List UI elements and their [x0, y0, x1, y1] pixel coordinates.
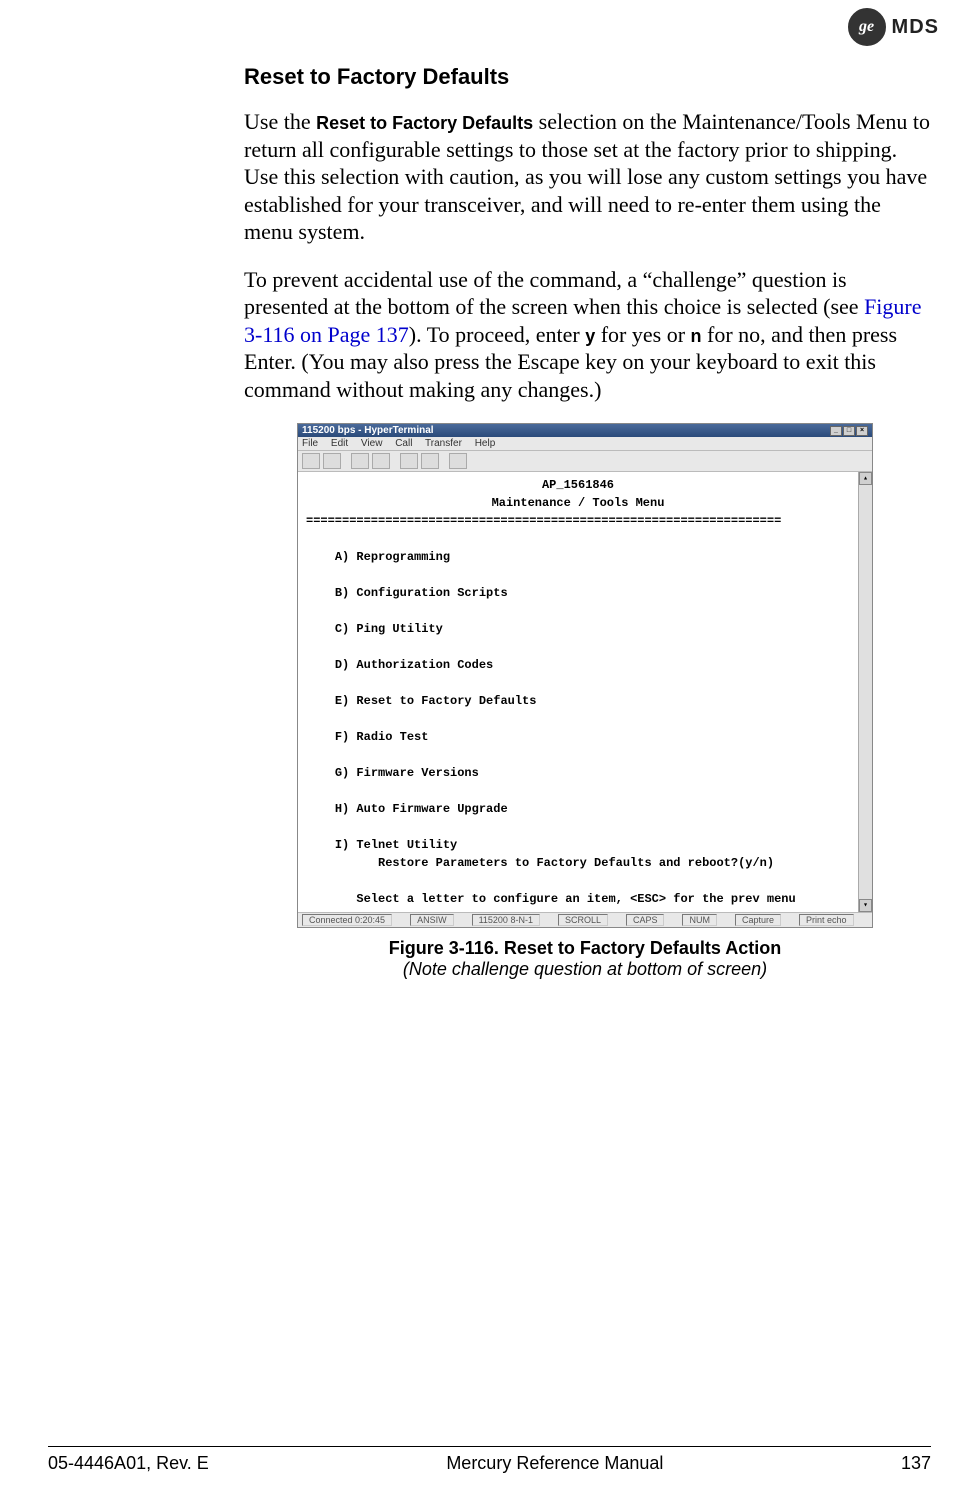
scrollbar[interactable]: ▴ ▾: [858, 472, 872, 912]
menu-bar: File Edit View Call Transfer Help: [298, 437, 872, 451]
menu-help[interactable]: Help: [475, 438, 496, 449]
menu-item-h: H) Auto Firmware Upgrade: [335, 802, 508, 816]
menu-edit[interactable]: Edit: [331, 438, 348, 449]
maximize-icon[interactable]: □: [843, 426, 855, 436]
menu-transfer[interactable]: Transfer: [425, 438, 462, 449]
menu-item-i: I) Telnet Utility: [335, 838, 457, 852]
status-caps: CAPS: [626, 914, 665, 926]
toolbar-btn-1[interactable]: [302, 453, 320, 469]
page-footer: 05-4446A01, Rev. E Mercury Reference Man…: [48, 1446, 931, 1474]
status-ansi: ANSIW: [410, 914, 454, 926]
status-capture: Capture: [735, 914, 781, 926]
status-bar: Connected 0:20:45 ANSIW 115200 8-N-1 SCR…: [298, 912, 872, 927]
scroll-down-icon[interactable]: ▾: [859, 899, 872, 912]
figure-title: Figure 3-116. Reset to Factory Defaults …: [297, 938, 873, 959]
figure-note: (Note challenge question at bottom of sc…: [297, 959, 873, 980]
toolbar-btn-5[interactable]: [400, 453, 418, 469]
key-y: y: [585, 326, 595, 346]
scroll-up-icon[interactable]: ▴: [859, 472, 872, 485]
menu-file[interactable]: File: [302, 438, 318, 449]
menu-view[interactable]: View: [361, 438, 383, 449]
menu-item-c: C) Ping Utility: [335, 622, 443, 636]
status-printecho: Print echo: [799, 914, 854, 926]
terminal-footer-hint: Select a letter to configure an item, <E…: [356, 892, 795, 906]
toolbar-btn-3[interactable]: [351, 453, 369, 469]
status-num: NUM: [682, 914, 717, 926]
toolbar-btn-7[interactable]: [449, 453, 467, 469]
key-n: n: [691, 326, 702, 346]
footer-doc-id: 05-4446A01, Rev. E: [48, 1453, 209, 1474]
terminal-header-1: AP_1561846: [542, 478, 614, 492]
section-heading: Reset to Factory Defaults: [244, 64, 934, 90]
minimize-icon[interactable]: _: [830, 426, 842, 436]
figure-caption: Figure 3-116. Reset to Factory Defaults …: [297, 938, 873, 980]
paragraph-1: Use the Reset to Factory Defaults select…: [244, 108, 934, 246]
menu-call[interactable]: Call: [395, 438, 412, 449]
menu-item-g: G) Firmware Versions: [335, 766, 479, 780]
ge-logo-icon: ge: [848, 8, 886, 46]
paragraph-2: To prevent accidental use of the command…: [244, 266, 934, 404]
toolbar-btn-6[interactable]: [421, 453, 439, 469]
page-content: Reset to Factory Defaults Use the Reset …: [244, 64, 934, 980]
menu-item-b: B) Configuration Scripts: [335, 586, 508, 600]
status-connected: Connected 0:20:45: [302, 914, 392, 926]
close-icon[interactable]: ×: [856, 426, 868, 436]
menu-item-a: A) Reprogramming: [335, 550, 450, 564]
terminal-divider: ========================================…: [306, 514, 781, 528]
footer-manual-title: Mercury Reference Manual: [446, 1453, 663, 1474]
terminal-screenshot: 115200 bps - HyperTerminal _ □ × File Ed…: [297, 423, 873, 928]
terminal-header-2: Maintenance / Tools Menu: [492, 496, 665, 510]
brand-logo: ge MDS: [848, 8, 939, 46]
mds-logo-text: MDS: [892, 16, 939, 39]
menu-item-f: F) Radio Test: [335, 730, 429, 744]
toolbar-btn-2[interactable]: [323, 453, 341, 469]
window-title: 115200 bps - HyperTerminal: [302, 425, 434, 436]
terminal-content: AP_1561846 Maintenance / Tools Menu =====…: [298, 472, 858, 912]
window-titlebar: 115200 bps - HyperTerminal _ □ ×: [298, 424, 872, 437]
text: To prevent accidental use of the command…: [244, 267, 864, 320]
challenge-prompt: Restore Parameters to Factory Defaults a…: [378, 856, 774, 870]
bold-term: Reset to Factory Defaults: [316, 113, 533, 133]
toolbar: [298, 451, 872, 472]
status-baud: 115200 8-N-1: [472, 914, 540, 926]
text: ). To proceed, enter: [409, 322, 585, 347]
status-scroll: SCROLL: [558, 914, 608, 926]
toolbar-btn-4[interactable]: [372, 453, 390, 469]
footer-page-number: 137: [901, 1453, 931, 1474]
text: for yes or: [595, 322, 690, 347]
text: Use the: [244, 109, 316, 134]
menu-item-e: E) Reset to Factory Defaults: [335, 694, 537, 708]
menu-item-d: D) Authorization Codes: [335, 658, 493, 672]
